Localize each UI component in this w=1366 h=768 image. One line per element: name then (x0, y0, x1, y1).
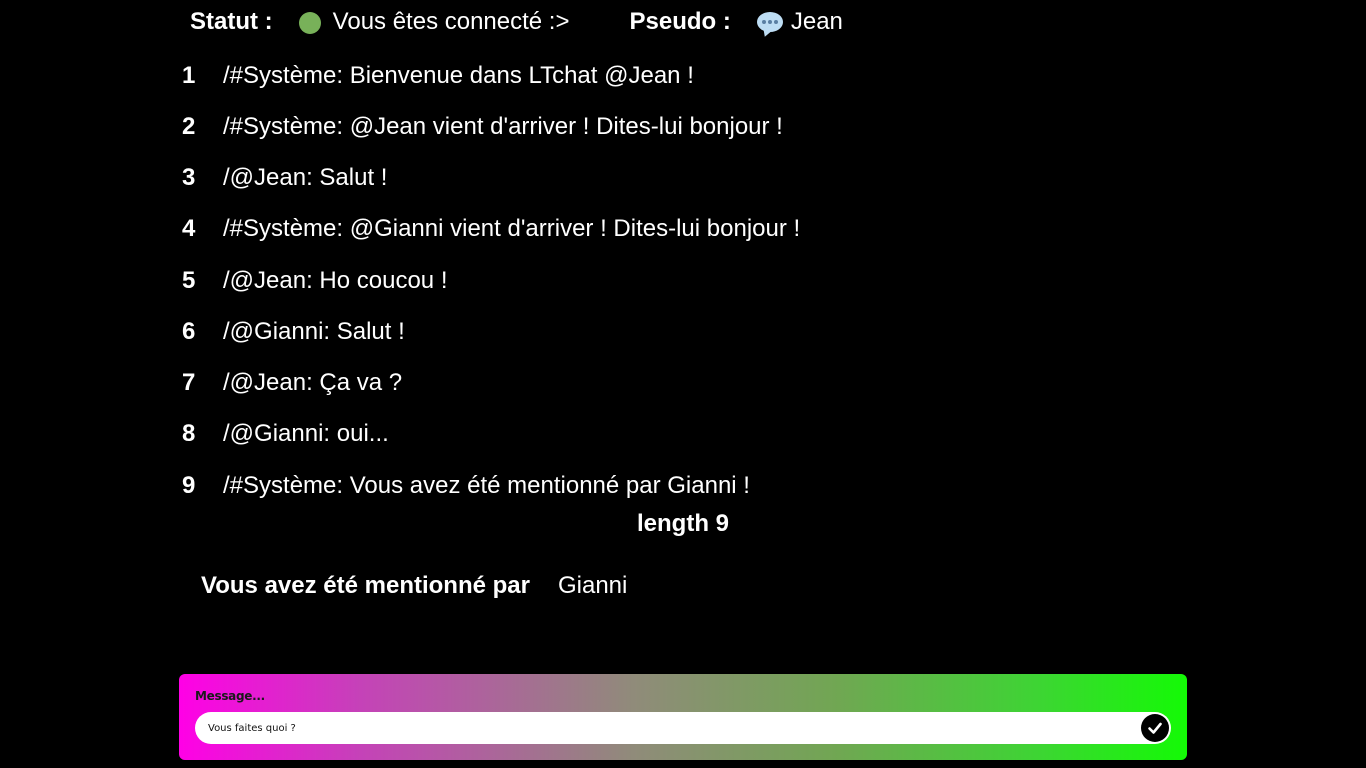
message-number: 4 (182, 215, 196, 243)
message-item: 1 /#Système: Bienvenue dans LTchat @Jean … (182, 50, 800, 101)
message-text: /#Système: @Jean vient d'arriver ! Dites… (223, 112, 783, 140)
message-number: 8 (182, 420, 196, 448)
mention-user: Gianni (557, 572, 628, 599)
status-label: Statut : (190, 8, 273, 35)
message-number: 1 (182, 61, 196, 89)
header: Statut : Vous êtes connecté :> Pseudo : … (190, 0, 843, 44)
message-item: 9 /#Système: Vous avez été mentionné par … (182, 460, 800, 511)
status-text: Vous êtes connecté :> (332, 8, 570, 35)
mention-notice: Vous avez été mentionné par Gianni (201, 572, 627, 600)
speech-bubble-icon (756, 12, 783, 32)
message-number: 6 (182, 317, 196, 345)
message-item: 4 /#Système: @Gianni vient d'arriver ! Di… (182, 204, 800, 255)
pseudo-label: Pseudo : (629, 8, 731, 35)
message-item: 5 /@Jean: Ho coucou ! (182, 255, 800, 306)
message-text: /#Système: Vous avez été mentionné par G… (223, 471, 750, 499)
message-composer: Message... (179, 674, 1187, 760)
message-text: /#Système: Bienvenue dans LTchat @Jean ! (223, 61, 694, 89)
check-icon (1148, 722, 1162, 734)
message-text: /@Jean: Salut ! (223, 164, 388, 192)
message-item: 7 /@Jean: Ça va ? (182, 358, 800, 409)
message-text: /#Système: @Gianni vient d'arriver ! Dit… (223, 215, 801, 243)
message-item: 2 /#Système: @Jean vient d'arriver ! Dite… (182, 101, 800, 152)
status-online-icon (298, 12, 321, 34)
mention-label: Vous avez été mentionné par (201, 572, 530, 599)
message-item: 8 /@Gianni: oui... (182, 409, 800, 460)
message-input[interactable] (195, 712, 1171, 744)
message-item: 6 /@Gianni: Salut ! (182, 306, 800, 357)
message-number: 5 (182, 266, 196, 294)
message-number: 2 (182, 112, 196, 140)
message-text: /@Gianni: Salut ! (223, 317, 405, 345)
message-number: 3 (182, 164, 196, 192)
message-text: /@Gianni: oui... (223, 420, 389, 448)
message-number: 9 (182, 471, 196, 499)
pseudo-value: Jean (790, 8, 843, 35)
message-item: 3 /@Jean: Salut ! (182, 153, 800, 204)
message-number: 7 (182, 369, 196, 397)
message-label: Message... (195, 689, 265, 703)
send-button[interactable] (1141, 714, 1169, 742)
chat-page: Statut : Vous êtes connecté :> Pseudo : … (0, 0, 1366, 768)
message-list: 1 /#Système: Bienvenue dans LTchat @Jean … (182, 50, 800, 511)
message-count: length 9 (636, 510, 729, 537)
message-text: /@Jean: Ça va ? (223, 369, 403, 397)
message-text: /@Jean: Ho coucou ! (223, 266, 448, 294)
